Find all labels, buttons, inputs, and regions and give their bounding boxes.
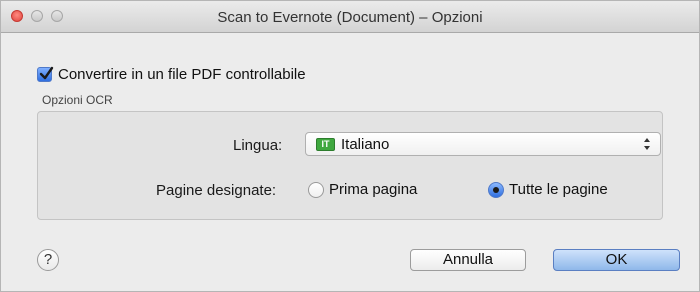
language-value: Italiano (341, 135, 390, 153)
radio-all-pages-button[interactable] (488, 181, 504, 198)
radio-all-pages-label[interactable]: Tutte le pagine (509, 181, 608, 198)
pdf-checkbox[interactable] (37, 66, 54, 82)
pages-label: Pagine designate: (156, 182, 277, 199)
pdf-checkbox-label[interactable]: Convertire in un file PDF controllabile (58, 66, 306, 83)
language-label: Lingua: (233, 137, 283, 154)
help-button[interactable]: ? (37, 249, 59, 271)
radio-first-page-label[interactable]: Prima pagina (329, 181, 417, 198)
ok-button[interactable]: OK (553, 249, 680, 271)
up-down-arrows-icon (644, 138, 650, 150)
checkmark-icon (39, 66, 54, 80)
ocr-options-box (37, 111, 663, 220)
window-title: Scan to Evernote (Document) – Opzioni (217, 9, 483, 26)
language-select[interactable]: IT Italiano (305, 132, 661, 156)
radio-first-page[interactable]: Prima pagina (308, 181, 417, 198)
italy-flag-icon: IT (316, 137, 335, 151)
radio-selected-dot (493, 186, 499, 193)
title-bar: Scan to Evernote (Document) – Opzioni (1, 1, 699, 33)
ocr-group-title: Opzioni OCR (42, 93, 113, 107)
radio-first-page-button[interactable] (308, 181, 324, 198)
pdf-option-row[interactable]: Convertire in un file PDF controllabile (37, 66, 306, 83)
cancel-button[interactable]: Annulla (410, 249, 526, 271)
options-dialog: Scan to Evernote (Document) – Opzioni Co… (0, 0, 700, 292)
radio-all-pages[interactable]: Tutte le pagine (488, 181, 608, 198)
